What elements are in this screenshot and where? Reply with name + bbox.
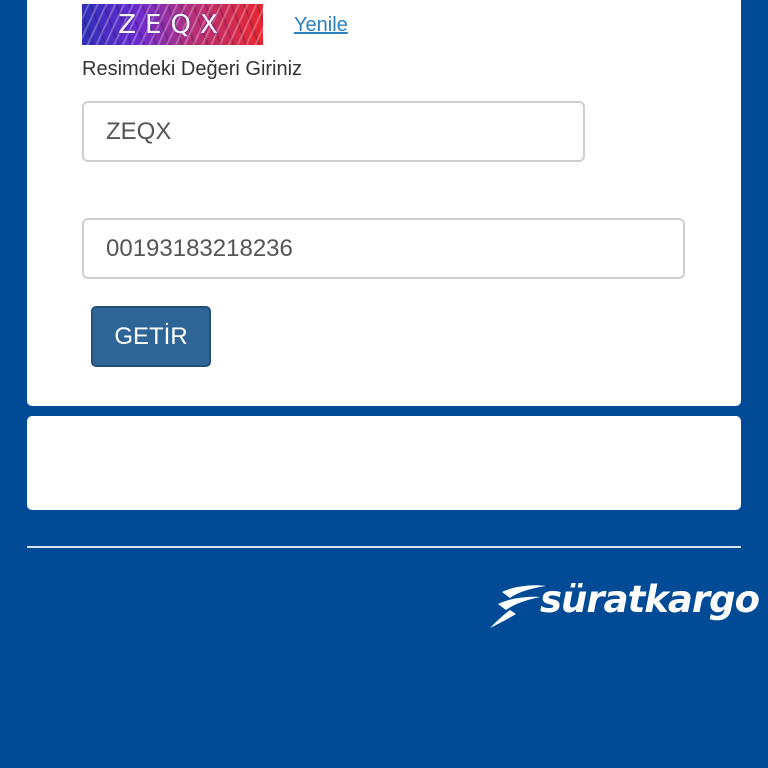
footer-divider [27, 546, 741, 548]
captcha-image-text: ZEQX [118, 10, 227, 40]
brand-logo: süratkargo [488, 578, 760, 630]
captcha-image: ZEQX [82, 4, 263, 45]
tracking-number-input[interactable] [82, 218, 685, 279]
refresh-captcha-link[interactable]: Yenile [294, 14, 348, 37]
submit-button[interactable]: GETİR [91, 306, 211, 367]
logo-wordmark: süratkargo [540, 578, 760, 621]
captcha-input[interactable] [82, 101, 585, 162]
captcha-label: Resimdeki Değeri Giriniz [82, 58, 303, 80]
swoosh-icon [490, 585, 546, 628]
result-card [27, 416, 741, 510]
